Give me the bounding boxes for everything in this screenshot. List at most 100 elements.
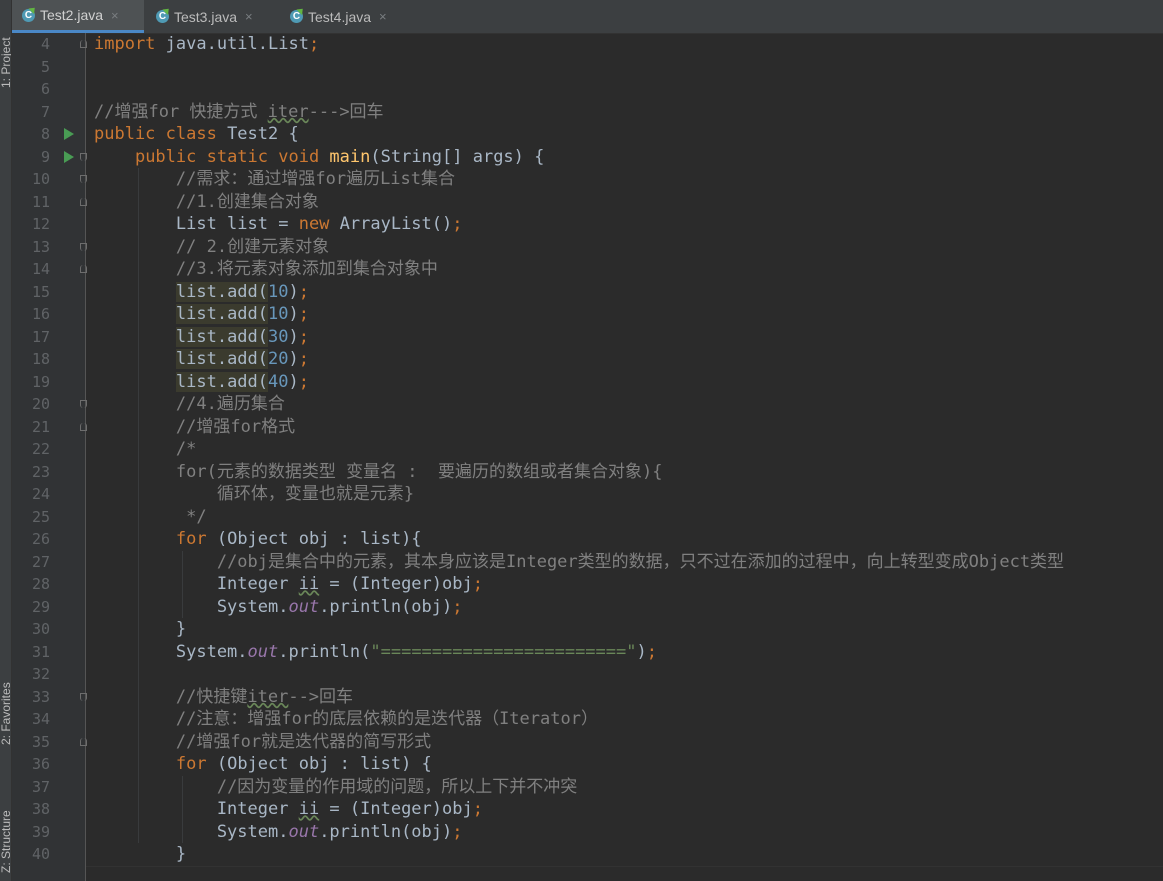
code-token: ii <box>298 799 320 819</box>
code-token: System. <box>94 641 248 662</box>
line-number: 18 <box>31 350 50 368</box>
code-token: (String[] args) { <box>370 146 545 167</box>
gutter-line: 36 <box>12 753 85 775</box>
code-token: iter <box>267 101 309 122</box>
line-number: 15 <box>31 282 50 301</box>
code-line: list.add(10); <box>86 281 1163 303</box>
code-line: Integer ii = (Integer)obj; <box>86 798 1163 820</box>
line-number: 21 <box>31 417 50 436</box>
java-class-icon: C <box>290 10 303 23</box>
code-token: list.add( <box>175 326 269 347</box>
tab-test4[interactable]: C Test4.java × <box>280 0 414 33</box>
line-number: 33 <box>31 687 50 706</box>
code-token: System. <box>94 596 289 617</box>
gutter-line: 31 <box>12 641 85 663</box>
code-area[interactable]: import java.util.List;//增强for 快捷方式 iter-… <box>86 33 1163 881</box>
code-text: //obj是集合中的元素，其本身应该是Integer类型的数据，只不过在添加的过… <box>94 551 1064 573</box>
line-number: 10 <box>31 170 50 188</box>
line-number: 4 <box>40 35 50 53</box>
close-icon[interactable]: × <box>245 9 253 24</box>
line-number: 24 <box>31 485 50 503</box>
gutter-line: 17 <box>12 326 85 348</box>
line-number: 12 <box>31 215 50 233</box>
code-token: //1.创建集合对象 <box>175 191 319 212</box>
structure-tool-button[interactable]: Z: Structure <box>0 785 11 875</box>
run-icon[interactable] <box>64 150 74 163</box>
code-token: list.add( <box>175 371 269 392</box>
gutter-line: 21 <box>12 416 87 438</box>
gutter-line: 35 <box>12 731 87 753</box>
tab-test3[interactable]: C Test3.java × <box>146 0 278 33</box>
gutter-line: 18 <box>12 348 85 370</box>
code-text: //增强for格式 <box>94 416 295 438</box>
code-token: ; <box>472 799 483 819</box>
code-text: List list = new ArrayList(); <box>94 213 463 235</box>
code-line: 循环体，变量也就是元素} <box>86 483 1163 505</box>
code-text: for (Object obj : list) { <box>94 753 432 775</box>
code-token: ) <box>288 371 299 392</box>
line-number: 19 <box>31 372 50 391</box>
code-text: //3.将元素对象添加到集合对象中 <box>94 258 438 280</box>
line-number: 36 <box>31 755 50 773</box>
code-token: ; <box>646 641 657 662</box>
code-line: //增强for格式 <box>86 416 1163 438</box>
favorites-tool-button[interactable]: 2: Favorites <box>0 665 11 755</box>
close-icon[interactable]: × <box>379 9 387 24</box>
code-token: (Object obj : list) { <box>216 754 432 774</box>
line-number: 28 <box>31 575 50 593</box>
code-token: ArrayList() <box>339 214 453 234</box>
gutter-line: 15 <box>12 281 85 303</box>
code-text: public class Test2 { <box>94 123 299 145</box>
indent-guide <box>138 168 139 843</box>
code-token: .println( <box>278 641 371 662</box>
line-number: 6 <box>40 80 50 98</box>
code-text: for(元素的数据类型 变量名 : 要遍历的数组或者集合对象){ <box>94 461 663 483</box>
tab-label: Test4.java <box>308 8 372 25</box>
gutter-line: 22 <box>12 438 85 460</box>
gutter-line: 10 <box>12 168 87 190</box>
code-text: } <box>94 843 186 865</box>
code-token: "========================" <box>370 641 637 662</box>
code-token: Integer <box>94 574 299 594</box>
close-icon[interactable]: × <box>111 8 119 23</box>
horizontal-scrollbar[interactable] <box>86 866 1163 881</box>
code-line: public class Test2 { <box>86 123 1163 145</box>
project-tool-button[interactable]: 1: Project <box>0 10 11 100</box>
line-number: 9 <box>40 147 50 166</box>
code-token: //需求：通过增强for遍历List集合 <box>175 169 456 189</box>
code-token: */ <box>186 506 207 527</box>
code-token: iter <box>247 686 289 707</box>
code-token: java.util.List <box>155 34 309 54</box>
code-line: //快捷键iter-->回车 <box>86 686 1163 708</box>
tab-test2[interactable]: C Test2.java × <box>12 0 144 33</box>
code-token: -->回车 <box>288 686 354 707</box>
code-line: System.out.println(obj); <box>86 821 1163 843</box>
run-icon[interactable] <box>64 128 74 140</box>
code-token: /* <box>175 439 197 459</box>
gutter-line: 33 <box>12 686 87 708</box>
code-token: main <box>329 146 371 167</box>
code-token: //增强for就是迭代器的简写形式 <box>175 731 432 752</box>
line-number: 25 <box>31 507 50 526</box>
code-token: = (Integer)obj <box>319 574 473 594</box>
code-token: out <box>288 821 320 842</box>
code-token: ; <box>452 821 463 842</box>
line-number: 22 <box>31 440 50 458</box>
gutter-line: 16 <box>12 303 85 325</box>
code-line: public static void main(String[] args) { <box>86 146 1163 168</box>
line-number: 37 <box>31 777 50 796</box>
code-text: System.out.println("====================… <box>94 641 657 663</box>
line-number: 29 <box>31 597 50 616</box>
code-token: ; <box>298 371 309 392</box>
code-token: List list = <box>94 214 299 234</box>
code-token: (Object obj : list){ <box>216 529 422 549</box>
code-line: } <box>86 618 1163 640</box>
code-text: list.add(20); <box>94 348 309 370</box>
code-text: //增强for就是迭代器的简写形式 <box>94 731 431 753</box>
